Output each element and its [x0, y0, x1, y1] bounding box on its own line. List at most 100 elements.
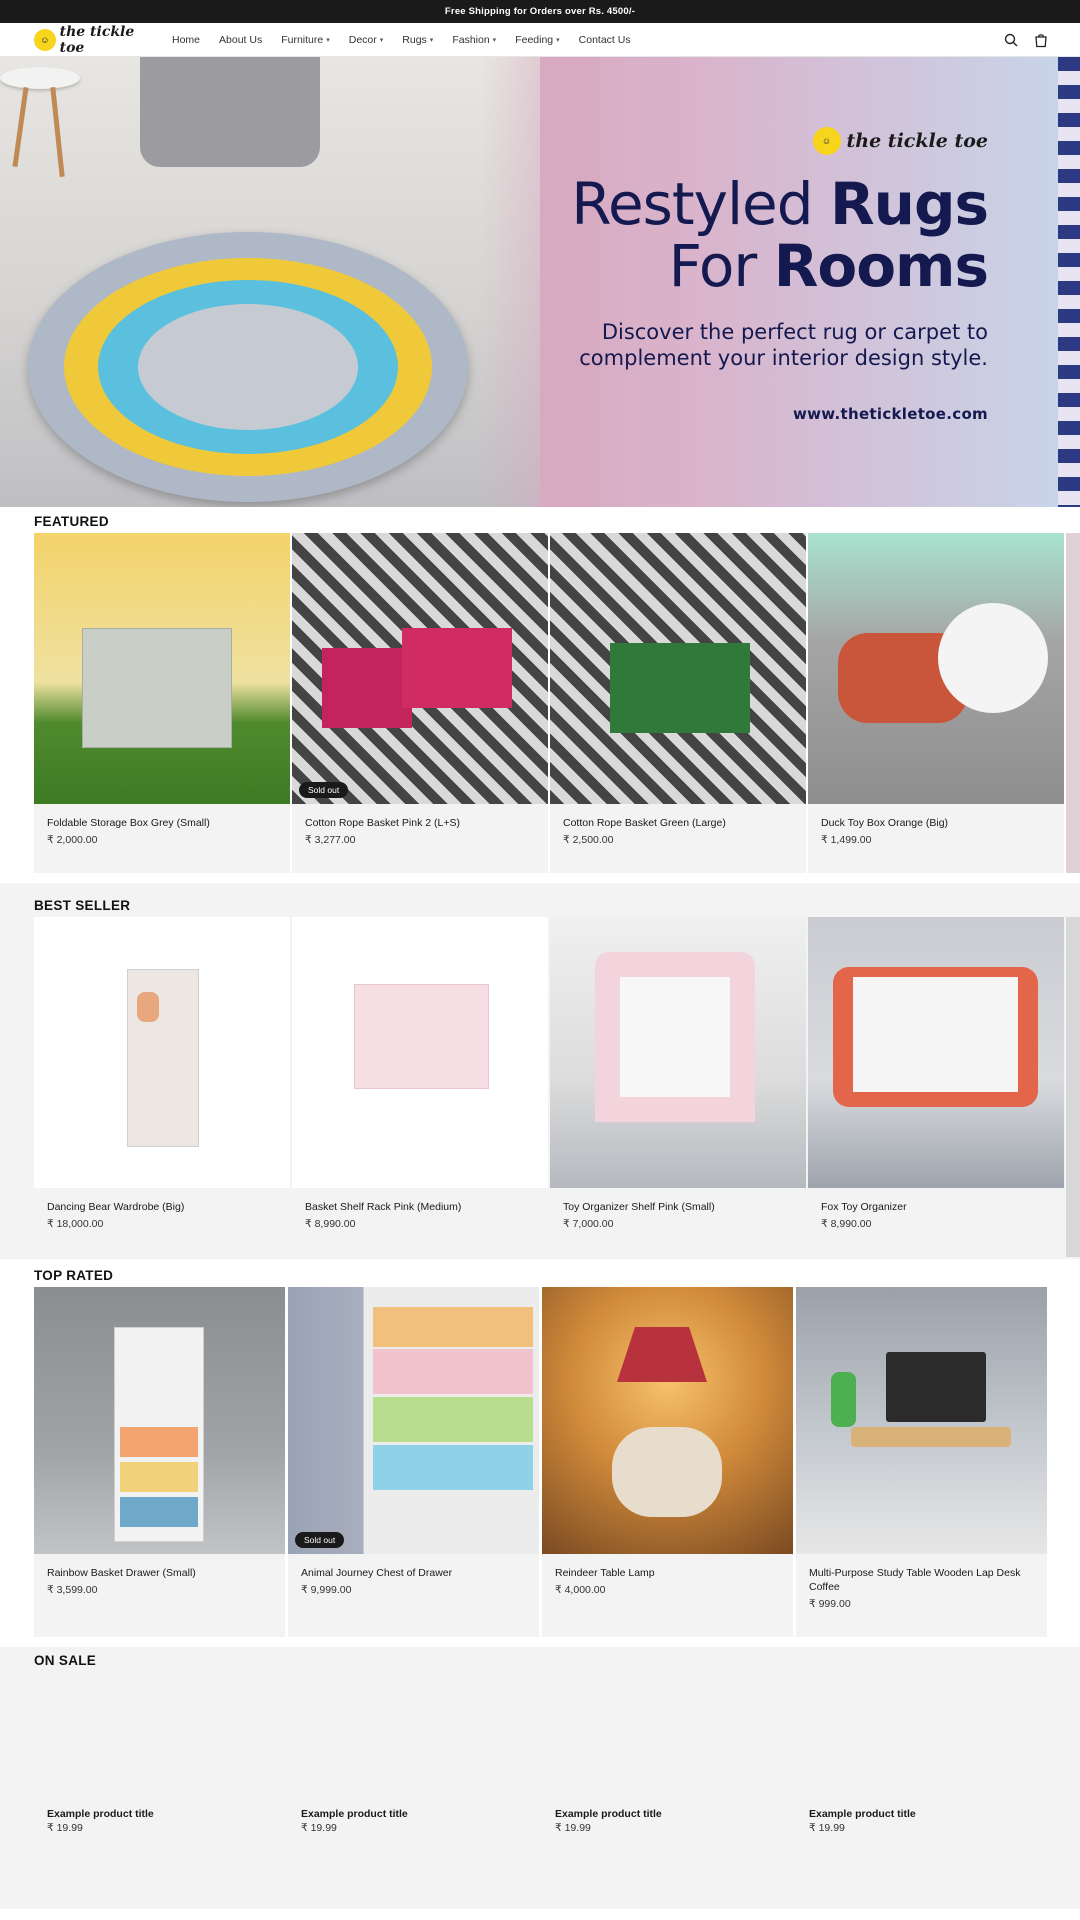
product-price: ₹ 2,500.00	[563, 834, 614, 846]
product-card[interactable]: Fox Toy Organizer ₹ 8,990.00	[808, 917, 1064, 1257]
logo-mark-icon: ☺	[812, 127, 841, 155]
product-price: ₹ 19.99	[555, 1822, 591, 1834]
product-image	[292, 917, 548, 1188]
product-price: ₹ 3,599.00	[47, 1584, 98, 1596]
product-image	[550, 533, 806, 804]
site-header: ☺ the tickle toe Home About Us Furniture…	[0, 23, 1080, 57]
product-price: ₹ 7,000.00	[563, 1218, 614, 1230]
product-card[interactable]: Cotton Rope Basket Green (Large) ₹ 2,500.…	[550, 533, 806, 873]
product-title[interactable]: Example product title	[301, 1807, 526, 1821]
sold-out-badge: Sold out	[299, 782, 349, 798]
product-card[interactable]: Example product title ₹ 19.99	[542, 1673, 793, 1863]
product-card[interactable]: Duck Toy Box Orange (Big) ₹ 1,499.00	[808, 533, 1064, 873]
product-image	[542, 1287, 793, 1554]
product-image: Sold out	[292, 533, 548, 804]
product-image	[808, 533, 1064, 804]
nav-item-fashion[interactable]: Fashion ▾	[452, 34, 496, 46]
side-table-image	[0, 67, 80, 89]
nav-item-furniture[interactable]: Furniture ▾	[281, 34, 330, 46]
product-card[interactable]: Example product title ₹ 19.99	[796, 1673, 1047, 1863]
product-title[interactable]: Example product title	[47, 1807, 272, 1821]
nav-item-feeding[interactable]: Feeding ▾	[515, 34, 559, 46]
chevron-down-icon: ▾	[556, 36, 560, 44]
product-price: ₹ 19.99	[47, 1822, 83, 1834]
armchair-image	[140, 57, 320, 167]
hero-banner[interactable]: ☺ the tickle toe Restyled Rugs For Rooms…	[0, 57, 1080, 507]
chevron-down-icon: ▾	[492, 36, 497, 44]
nav-item-about-us[interactable]: About Us	[219, 34, 262, 46]
product-card[interactable]: Dancing Bear Wardrobe (Big) ₹ 18,000.00	[34, 917, 290, 1257]
product-carousel: Dancing Bear Wardrobe (Big) ₹ 18,000.00 B…	[34, 917, 1080, 1257]
brand-logo[interactable]: ☺ the tickle toe	[34, 24, 162, 56]
product-card[interactable]: Toy Organizer Shelf Pink (Small) ₹ 7,000.…	[550, 917, 806, 1257]
product-card[interactable]: Sold out Cotton Rope Basket Pink 2 (L+S)…	[292, 533, 548, 873]
top-rated-section: TOP RATED Rainbow Basket Drawer (Small) ₹…	[0, 1265, 1080, 1647]
featured-section: FEATURED Foldable Storage Box Grey (Smal…	[0, 507, 1080, 883]
product-image-placeholder	[542, 1673, 793, 1793]
announcement-text: Free Shipping for Orders over Rs. 4500/-	[444, 6, 636, 17]
product-price: ₹ 9,999.00	[301, 1584, 352, 1596]
announcement-bar: Free Shipping for Orders over Rs. 4500/-	[0, 0, 1080, 23]
product-card[interactable]: Basket Shelf Rack Pink (Medium) ₹ 8,990.0…	[292, 917, 548, 1257]
round-rug-image	[28, 232, 468, 502]
product-card[interactable]: Example product title ₹ 19.99	[288, 1673, 539, 1863]
product-price: ₹ 2,000.00	[47, 834, 98, 846]
product-title[interactable]: Example product title	[555, 1807, 780, 1821]
section-title: FEATURED	[34, 514, 109, 529]
product-title[interactable]: Cotton Rope Basket Pink 2 (L+S)	[305, 816, 535, 830]
nav-item-decor[interactable]: Decor ▾	[349, 34, 384, 46]
hero-rug-photo	[0, 57, 600, 507]
brand-name: the tickle toe	[59, 23, 135, 56]
product-card[interactable]: Example product title ₹ 19.99	[34, 1673, 285, 1863]
search-icon[interactable]	[1004, 33, 1018, 47]
product-title[interactable]: Animal Journey Chest of Drawer	[301, 1566, 526, 1580]
table-leg	[12, 87, 29, 167]
product-price: ₹ 19.99	[301, 1822, 337, 1834]
product-card[interactable]: Rainbow Basket Drawer (Small) ₹ 3,599.00	[34, 1287, 285, 1637]
product-card-partial[interactable]	[1066, 533, 1080, 873]
product-card[interactable]: Foldable Storage Box Grey (Small) ₹ 2,000…	[34, 533, 290, 873]
section-title: BEST SELLER	[34, 898, 131, 913]
hero-brand-logo: ☺ the tickle toe	[518, 127, 988, 155]
cart-icon[interactable]	[1034, 33, 1048, 48]
product-title[interactable]: Rainbow Basket Drawer (Small)	[47, 1566, 272, 1580]
product-carousel: Foldable Storage Box Grey (Small) ₹ 2,000…	[34, 533, 1080, 873]
product-title[interactable]: Dancing Bear Wardrobe (Big)	[47, 1200, 277, 1214]
product-price: ₹ 18,000.00	[47, 1218, 104, 1230]
product-price: ₹ 19.99	[809, 1822, 845, 1834]
product-price: ₹ 1,499.00	[821, 834, 872, 846]
chevron-down-icon: ▾	[379, 36, 384, 44]
nav-item-contact-us[interactable]: Contact Us	[579, 34, 631, 46]
hero-copy: ☺ the tickle toe Restyled Rugs For Rooms…	[518, 127, 989, 423]
best-seller-section: BEST SELLER Dancing Bear Wardrobe (Big) ₹…	[0, 891, 1080, 1259]
product-title[interactable]: Cotton Rope Basket Green (Large)	[563, 816, 793, 830]
product-image	[34, 1287, 285, 1554]
product-price: ₹ 8,990.00	[821, 1218, 872, 1230]
logo-mark-icon: ☺	[34, 28, 56, 51]
product-card[interactable]: Sold out Animal Journey Chest of Drawer ₹…	[288, 1287, 539, 1637]
nav-item-rugs[interactable]: Rugs ▾	[402, 34, 433, 46]
product-card[interactable]: Multi-Purpose Study Table Wooden Lap Des…	[796, 1287, 1047, 1637]
product-image	[796, 1287, 1047, 1554]
product-title[interactable]: Example product title	[809, 1807, 1034, 1821]
product-grid: Example product title ₹ 19.99 Example pro…	[34, 1673, 1047, 1863]
product-image	[808, 917, 1064, 1188]
hero-subtitle: Discover the perfect rug or carpet to co…	[579, 320, 988, 370]
section-title: ON SALE	[34, 1653, 97, 1668]
product-card-partial[interactable]	[1066, 917, 1080, 1257]
product-title[interactable]: Foldable Storage Box Grey (Small)	[47, 816, 277, 830]
product-title[interactable]: Duck Toy Box Orange (Big)	[821, 816, 1051, 830]
product-image: Sold out	[288, 1287, 539, 1554]
product-card[interactable]: Reindeer Table Lamp ₹ 4,000.00	[542, 1287, 793, 1637]
product-price: ₹ 3,277.00	[305, 834, 356, 846]
nav-item-home[interactable]: Home	[172, 34, 200, 46]
product-title[interactable]: Fox Toy Organizer	[821, 1200, 1051, 1214]
product-title[interactable]: Toy Organizer Shelf Pink (Small)	[563, 1200, 793, 1214]
product-title[interactable]: Reindeer Table Lamp	[555, 1566, 780, 1580]
product-price: ₹ 999.00	[809, 1598, 851, 1610]
product-price: ₹ 8,990.00	[305, 1218, 356, 1230]
product-image-placeholder	[796, 1673, 1047, 1793]
decorative-border	[1058, 57, 1080, 507]
product-title[interactable]: Basket Shelf Rack Pink (Medium)	[305, 1200, 535, 1214]
product-title[interactable]: Multi-Purpose Study Table Wooden Lap Des…	[809, 1566, 1034, 1594]
